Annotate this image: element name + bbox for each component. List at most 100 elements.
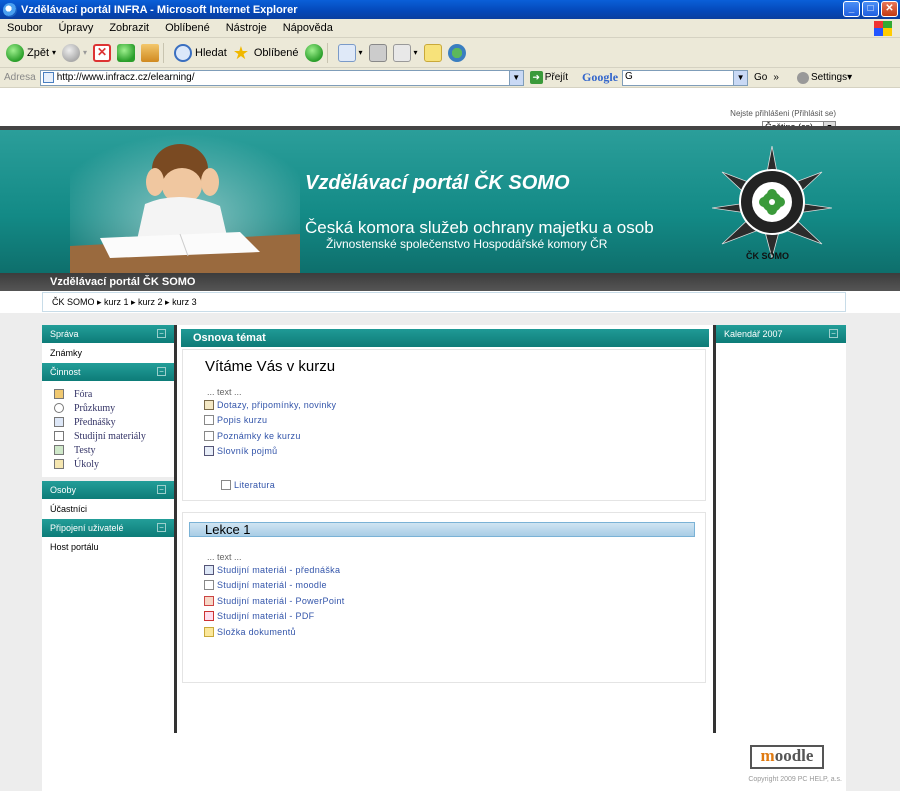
folder-link[interactable]: Složka dokumentů — [204, 624, 705, 640]
address-label: Adresa — [4, 72, 36, 83]
section-label: ... text ... — [207, 552, 242, 562]
header-banner: Vzdělávací portál ČK SOMO Česká komora s… — [0, 126, 900, 277]
stop-button[interactable]: ✕ — [93, 43, 112, 62]
go-arrow-icon: ➜ — [529, 71, 543, 84]
banner-title: Vzdělávací portál ČK SOMO — [305, 172, 570, 194]
material-moodle-link[interactable]: Studijní materiál - moodle — [204, 578, 705, 594]
activity-assignments[interactable]: Úkoly — [54, 457, 174, 471]
stop-icon: ✕ — [93, 43, 112, 62]
address-bar: Adresa http://www.infracz.cz/elearning/ … — [0, 68, 900, 88]
grades-link[interactable]: Známky — [42, 343, 174, 363]
glossary-link[interactable]: Slovník pojmů — [204, 444, 705, 460]
forum-link[interactable]: Dotazy, připomínky, novinky — [204, 397, 705, 413]
menu-tools[interactable]: Nástroje — [218, 22, 275, 34]
activity-list: Fóra Průzkumy Přednášky Studijní materiá… — [42, 381, 174, 477]
window-title: Vzdělávací portál INFRA - Microsoft Inte… — [21, 3, 298, 16]
google-go-button[interactable]: Go — [754, 72, 767, 83]
page-icon — [221, 479, 231, 490]
menu-file[interactable]: Soubor — [0, 22, 50, 34]
material-powerpoint-link[interactable]: Studijní materiál - PowerPoint — [204, 593, 705, 609]
google-search-input[interactable]: G ▼ — [622, 69, 749, 86]
note-button[interactable] — [423, 43, 442, 62]
menu-bar: Soubor Úpravy Zobrazit Oblíbené Nástroje… — [0, 19, 900, 38]
minimize-button[interactable]: _ — [843, 1, 860, 17]
collapse-icon[interactable]: − — [157, 523, 166, 532]
history-button[interactable] — [304, 43, 323, 62]
messenger-button[interactable] — [447, 43, 466, 62]
course-description-link[interactable]: Popis kurzu — [204, 413, 705, 429]
collapse-icon[interactable]: − — [157, 329, 166, 338]
star-icon: ★ — [232, 42, 249, 63]
menu-edit[interactable]: Úpravy — [50, 22, 101, 34]
forward-button[interactable]: ▾ — [62, 43, 87, 62]
banner-subtitle-2: Živnostenské společenstvo Hospodářské ko… — [326, 237, 608, 251]
go-button[interactable]: ➜ Přejít — [529, 71, 568, 84]
back-button[interactable]: Zpět ▾ — [6, 43, 56, 62]
breadcrumb[interactable]: ČK SOMO ▸ kurz 1 ▸ kurz 2 ▸ kurz 3 — [42, 292, 846, 312]
section-1: Lekce 1 ... text ... Studijní materiál -… — [182, 512, 706, 683]
right-sidebar: Kalendář 2007− — [716, 325, 846, 733]
refresh-button[interactable] — [117, 43, 136, 62]
edit-icon — [392, 43, 411, 62]
page-icon — [42, 72, 54, 83]
print-button[interactable] — [368, 43, 387, 62]
title-bar: Vzdělávací portál INFRA - Microsoft Inte… — [0, 0, 900, 19]
activity-tests[interactable]: Testy — [54, 443, 174, 457]
glossary-icon — [204, 446, 214, 457]
toolbar-more-button[interactable]: » — [773, 72, 779, 83]
collapse-icon[interactable]: − — [157, 485, 166, 494]
gear-icon — [796, 71, 809, 84]
powerpoint-icon — [204, 595, 214, 606]
material-pdf-link[interactable]: Studijní materiál - PDF — [204, 609, 705, 625]
forward-arrow-icon — [62, 43, 81, 62]
section-0-items: Dotazy, připomínky, novinky Popis kurzu … — [183, 397, 705, 459]
literature-link[interactable]: Literatura — [221, 477, 705, 493]
chevron-down-icon[interactable]: ▼ — [508, 70, 523, 85]
material-lecture-link[interactable]: Studijní materiál - přednáška — [204, 562, 705, 578]
address-input[interactable]: http://www.infracz.cz/elearning/ ▼ — [39, 69, 524, 86]
menu-view[interactable]: Zobrazit — [101, 22, 157, 34]
activity-lectures[interactable]: Přednášky — [54, 415, 174, 429]
block-admin-header: Správa − — [42, 325, 174, 343]
history-icon — [304, 43, 323, 62]
login-info[interactable]: Nejste přihlášeni (Přihlásit se) — [730, 109, 836, 118]
pdf-icon — [204, 611, 214, 622]
forum-icon — [204, 399, 214, 410]
close-button[interactable]: ✕ — [881, 1, 898, 17]
student-photo — [70, 134, 300, 277]
mail-icon — [337, 43, 356, 62]
ie-window: Vzdělávací portál INFRA - Microsoft Inte… — [0, 0, 900, 791]
home-button[interactable] — [141, 43, 160, 62]
messenger-icon — [447, 43, 466, 62]
collapse-icon[interactable]: − — [157, 367, 166, 376]
maximize-button[interactable]: □ — [862, 1, 879, 17]
block-online-header: Připojení uživatelé − — [42, 519, 174, 537]
favorites-button[interactable]: ★ Oblíbené — [233, 44, 299, 62]
activity-forums[interactable]: Fóra — [54, 387, 174, 401]
collapse-icon[interactable]: − — [829, 329, 838, 338]
settings-button[interactable]: Settings▾ — [796, 71, 852, 84]
menu-favorites[interactable]: Oblíbené — [157, 22, 218, 34]
banner-subtitle: Česká komora služeb ochrany majetku a os… — [305, 218, 654, 237]
block-activity-header: Činnost − — [42, 363, 174, 381]
edit-button[interactable]: ▾ — [392, 43, 418, 62]
block-people-header: Osoby − — [42, 481, 174, 499]
chevron-down-icon[interactable]: ▼ — [733, 70, 748, 85]
folder-icon — [204, 626, 214, 637]
menu-help[interactable]: Nápověda — [275, 22, 341, 34]
ie-icon — [3, 2, 17, 17]
notes-icon — [204, 430, 214, 441]
activity-materials[interactable]: Studijní materiály — [54, 429, 174, 443]
toolbar: Zpět ▾ ▾ ✕ Hledat ★ Oblíbené ▾ ▾ — [0, 38, 900, 68]
activity-surveys[interactable]: Průzkumy — [54, 401, 174, 415]
moodle-logo[interactable]: moodle — [750, 745, 824, 769]
page-icon — [204, 580, 214, 591]
search-button[interactable]: Hledat — [174, 43, 227, 62]
google-label: Google — [582, 70, 619, 84]
printer-icon — [368, 43, 387, 62]
emblem-label: ČK SOMO — [746, 251, 790, 261]
participants-link[interactable]: Účastníci — [42, 499, 174, 519]
course-notes-link[interactable]: Poznámky ke kurzu — [204, 428, 705, 444]
mail-button[interactable]: ▾ — [337, 43, 363, 62]
welcome-title: Vítáme Vás v kurzu — [205, 358, 336, 375]
